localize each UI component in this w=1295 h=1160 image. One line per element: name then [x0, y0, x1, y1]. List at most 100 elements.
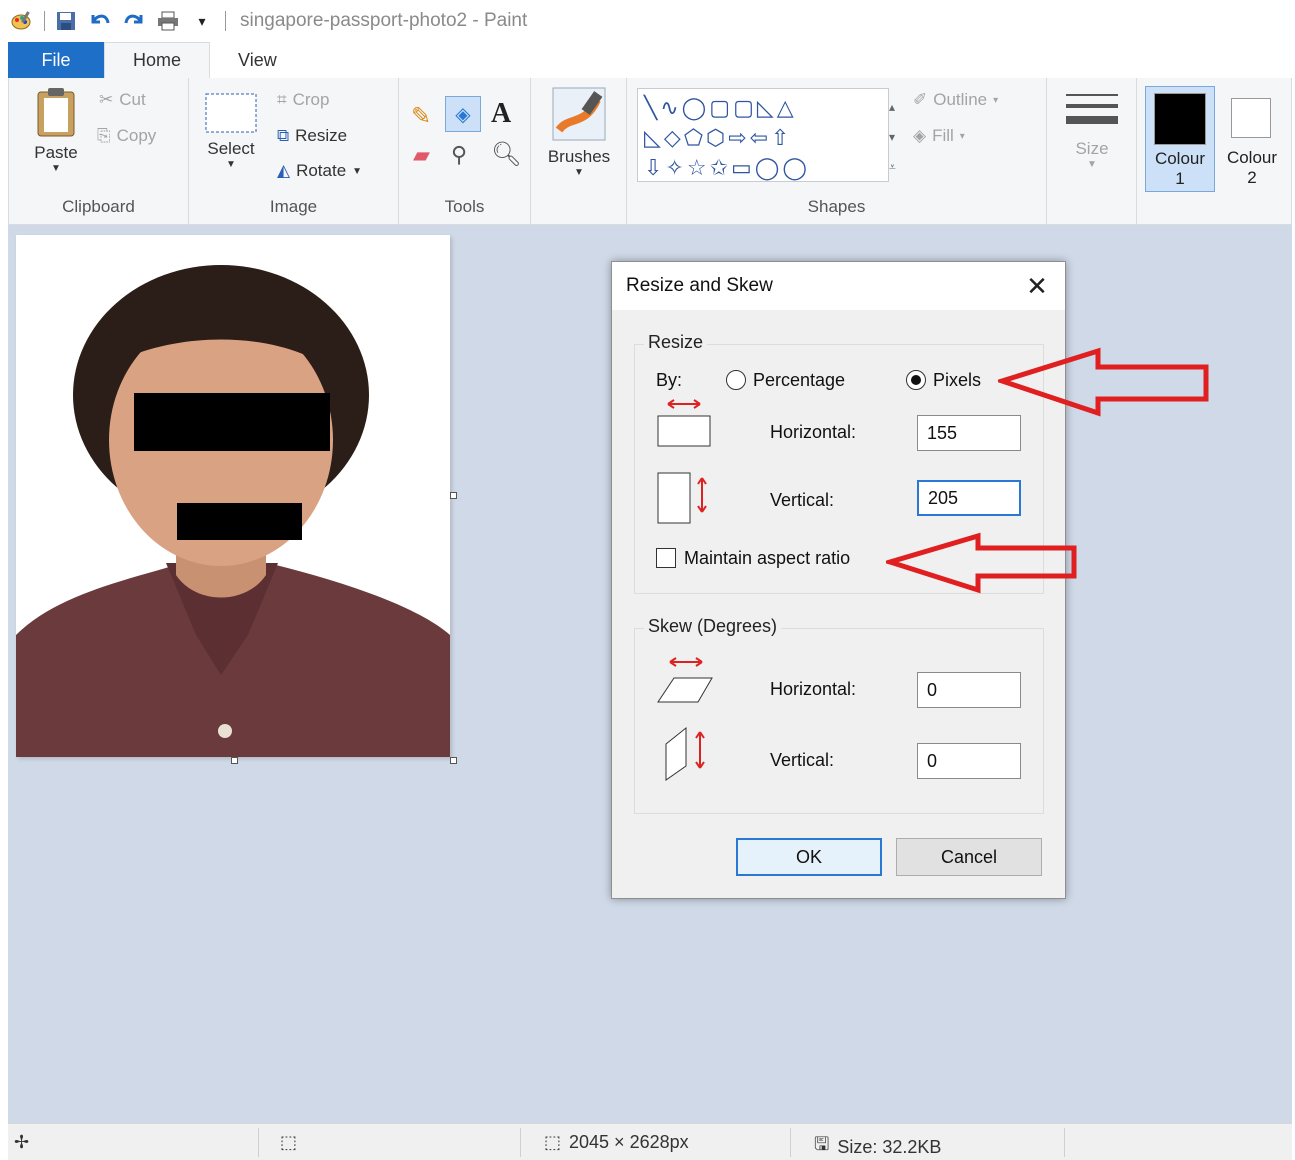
image-dimensions-text: 2045 × 2628px — [569, 1132, 689, 1152]
cancel-button[interactable]: Cancel — [896, 838, 1042, 876]
gallery-up-icon[interactable]: ▴ — [889, 92, 896, 122]
cursor-position-icon: ✢ — [14, 1132, 30, 1152]
paste-label: Paste — [34, 143, 78, 162]
shapes-row[interactable]: ⇩✧☆✩▭◯◯ — [644, 153, 882, 181]
resize-legend: Resize — [644, 332, 708, 353]
image-canvas[interactable] — [16, 235, 450, 757]
skew-legend: Skew (Degrees) — [644, 616, 782, 637]
colour2-button[interactable]: Colour 2 — [1217, 86, 1287, 192]
outline-icon: ✐ — [913, 90, 928, 109]
chevron-down-icon: ▾ — [959, 130, 965, 142]
rotate-button[interactable]: ◭ Rotate ▼ — [277, 161, 362, 181]
pixels-radio[interactable] — [906, 370, 926, 390]
select-button[interactable]: Select ▼ — [201, 92, 261, 170]
gallery-expand-icon[interactable]: ⩡ — [889, 152, 896, 182]
clipboard-icon — [34, 86, 78, 143]
maintain-aspect-label[interactable]: Maintain aspect ratio — [684, 548, 850, 569]
colour1-swatch — [1154, 93, 1206, 145]
close-icon[interactable]: ✕ — [1021, 270, 1053, 302]
size-label: Size — [1075, 139, 1109, 158]
resize-handle-corner[interactable] — [450, 757, 457, 764]
copy-label: Copy — [116, 126, 157, 145]
print-icon[interactable] — [157, 10, 179, 32]
chevron-down-icon: ▼ — [574, 167, 584, 178]
colour2-swatch — [1231, 98, 1271, 138]
scissors-icon: ✂ — [99, 90, 114, 109]
group-label-tools: Tools — [444, 197, 485, 216]
disk-icon: 🖫 — [814, 1134, 830, 1154]
select-label: Select — [207, 139, 255, 158]
text-tool-icon[interactable]: A — [491, 98, 511, 130]
gallery-down-icon[interactable]: ▾ — [889, 122, 896, 152]
chevron-down-icon: ▼ — [226, 159, 236, 170]
chevron-down-icon: ▾ — [993, 94, 999, 106]
resize-horizontal-input[interactable] — [917, 415, 1021, 451]
eraser-icon[interactable]: ▰ — [413, 142, 430, 168]
pencil-icon[interactable]: ✎ — [411, 102, 431, 131]
status-separator — [790, 1128, 791, 1157]
resize-vertical-label: Vertical: — [770, 490, 835, 510]
paste-button[interactable]: Paste ▼ — [21, 86, 91, 174]
redo-icon[interactable] — [123, 10, 145, 32]
paint-app-icon[interactable] — [10, 10, 32, 32]
maintain-aspect-checkbox[interactable] — [656, 548, 676, 568]
colour2-label: Colour 2 — [1217, 148, 1287, 188]
percentage-label[interactable]: Percentage — [753, 370, 845, 391]
resize-icon: ⧉ — [277, 126, 290, 145]
size-group: Size ▼ — [1047, 78, 1137, 225]
skew-vertical-input[interactable] — [917, 743, 1021, 779]
ribbon: Paste ▼ ✂ Cut ⎘ Copy Clipboard Select ▼ … — [8, 78, 1292, 225]
pixels-label[interactable]: Pixels — [933, 370, 981, 391]
tab-home[interactable]: Home — [104, 42, 211, 78]
vertical-resize-icon — [656, 472, 712, 529]
tab-view[interactable]: View — [210, 42, 305, 78]
fill-bucket-icon[interactable]: ◈ — [445, 96, 481, 132]
resize-button[interactable]: ⧉ Resize — [277, 126, 347, 146]
title-bar: ▾ singapore-passport-photo2 - Paint — [0, 0, 1295, 42]
chevron-down-icon: ▼ — [352, 165, 363, 177]
size-button[interactable]: Size ▼ — [1061, 90, 1123, 170]
selection-size-icon: ⬚ — [280, 1132, 298, 1152]
rotate-icon: ◭ — [277, 161, 291, 180]
gallery-scroll[interactable]: ▴ ▾ ⩡ — [889, 92, 896, 182]
resize-vertical-input[interactable] — [917, 480, 1021, 516]
tab-file[interactable]: File — [8, 42, 104, 78]
customize-qat-icon[interactable]: ▾ — [191, 10, 213, 32]
brushes-button[interactable]: Brushes ▼ — [541, 86, 617, 178]
line-width-icon — [1064, 90, 1120, 139]
tools-group: ✎ ◈ A ▰ ⚲ 🔍︎ Tools — [399, 78, 531, 225]
rotate-label: Rotate — [296, 161, 347, 180]
shapes-row[interactable]: ◺◇⬠⬡⇨⇦⇧ — [644, 123, 882, 153]
brushes-label: Brushes — [547, 147, 611, 166]
status-separator — [258, 1128, 259, 1157]
colour2-number: 2 — [1247, 168, 1257, 187]
fill-button[interactable]: ◈ Fill ▾ — [913, 126, 965, 146]
copy-button[interactable]: ⎘ Copy — [97, 126, 156, 146]
outline-label: Outline — [933, 90, 988, 109]
cut-button[interactable]: ✂ Cut — [99, 90, 146, 110]
crop-button[interactable]: ⌗ Crop — [277, 90, 329, 110]
cut-label: Cut — [119, 90, 146, 109]
color-picker-icon[interactable]: ⚲ — [451, 142, 467, 168]
resize-handle-right[interactable] — [450, 492, 457, 499]
status-separator — [520, 1128, 521, 1157]
colour1-button[interactable]: Colour 1 — [1145, 86, 1215, 192]
group-label-shapes: Shapes — [807, 197, 866, 216]
undo-icon[interactable] — [89, 10, 111, 32]
percentage-radio[interactable] — [726, 370, 746, 390]
image-dimensions: ⬚ 2045 × 2628px — [544, 1132, 689, 1153]
ok-button[interactable]: OK — [736, 838, 882, 876]
outline-button[interactable]: ✐ Outline ▾ — [913, 90, 998, 110]
status-separator — [1064, 1128, 1065, 1157]
shapes-row[interactable]: ╲∿◯▢▢◺△ — [644, 93, 882, 123]
ribbon-tabs: File Home View — [0, 42, 1295, 78]
image-group: Select ▼ ⌗ Crop ⧉ Resize ◭ Rotate ▼ Imag… — [189, 78, 399, 225]
save-icon[interactable] — [55, 10, 77, 32]
passport-photo — [16, 235, 450, 757]
skew-horizontal-input[interactable] — [917, 672, 1021, 708]
magnifier-icon[interactable]: 🔍︎ — [491, 140, 521, 169]
chevron-down-icon: ▼ — [51, 163, 61, 174]
resize-handle-bottom[interactable] — [231, 757, 238, 764]
shapes-gallery[interactable]: ╲∿◯▢▢◺△ ◺◇⬠⬡⇨⇦⇧ ⇩✧☆✩▭◯◯ — [637, 88, 889, 182]
annotation-arrow-pixels — [998, 347, 1209, 417]
